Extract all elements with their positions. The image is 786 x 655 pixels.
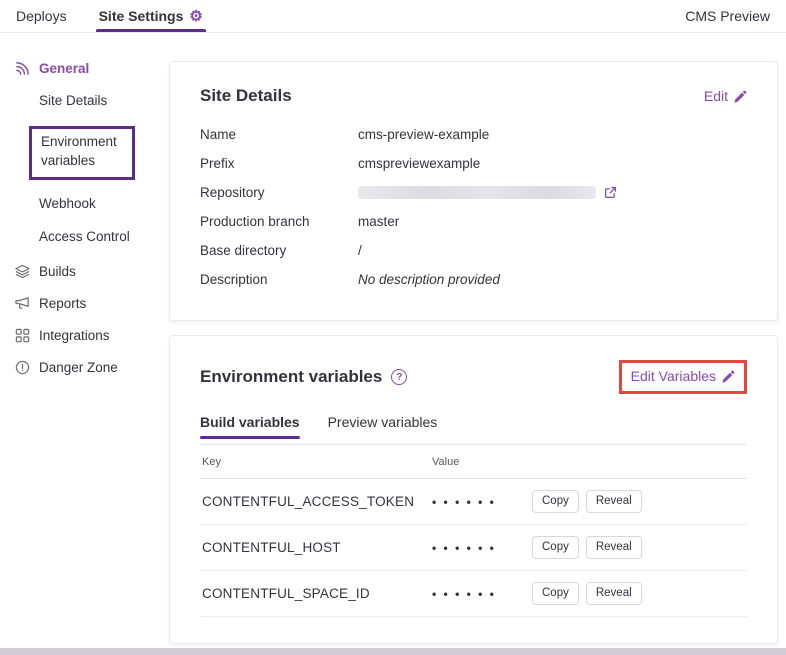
sidebar-item-site-details[interactable]: Site Details: [39, 93, 166, 108]
copy-button[interactable]: Copy: [532, 536, 579, 559]
sidebar-item-integrations[interactable]: Integrations: [15, 328, 166, 343]
field-row-production-branch: Production branch master: [200, 207, 747, 236]
repository-redacted-value: [358, 186, 596, 199]
env-vars-title-text: Environment variables: [200, 367, 382, 387]
window-bottom-edge: [0, 648, 786, 655]
field-label: Repository: [200, 185, 358, 200]
field-label: Name: [200, 127, 358, 142]
edit-variables-label: Edit Variables: [631, 368, 716, 384]
sidebar-item-access-control[interactable]: Access Control: [39, 229, 166, 244]
builds-icon: [15, 264, 30, 279]
edit-site-details-button[interactable]: Edit: [704, 88, 747, 104]
app-window: Deploys Site Settings ⚙ CMS Preview Gene…: [0, 0, 786, 655]
sidebar-item-label: Danger Zone: [39, 360, 118, 375]
field-label: Description: [200, 272, 358, 287]
environment-variables-card: Environment variables ? Edit Variables: [169, 335, 778, 644]
site-details-title-text: Site Details: [200, 86, 292, 106]
sidebar-item-webhook[interactable]: Webhook: [39, 196, 166, 211]
site-details-title: Site Details: [200, 86, 292, 106]
danger-zone-icon: [15, 360, 30, 375]
tab-site-settings[interactable]: Site Settings ⚙: [99, 0, 203, 32]
sidebar-item-builds[interactable]: Builds: [15, 264, 166, 279]
tab-preview-variables[interactable]: Preview variables: [328, 414, 438, 439]
sidebar-item-danger-zone[interactable]: Danger Zone: [15, 360, 166, 375]
field-label: Production branch: [200, 214, 358, 229]
reveal-button[interactable]: Reveal: [586, 582, 642, 605]
field-row-base-directory: Base directory /: [200, 236, 747, 265]
env-var-masked-value: • • • • • •: [432, 541, 532, 555]
env-vars-table: Key Value CONTENTFUL_ACCESS_TOKEN • • • …: [200, 444, 747, 617]
annotation-box-red: Edit Variables: [619, 360, 747, 394]
env-var-key: CONTENTFUL_ACCESS_TOKEN: [202, 494, 432, 509]
field-label: Base directory: [200, 243, 358, 258]
sidebar-item-label: General: [39, 61, 89, 76]
field-value: cms-preview-example: [358, 127, 489, 142]
table-header-row: Key Value: [200, 445, 747, 479]
pencil-icon: [734, 90, 747, 103]
env-var-masked-value: • • • • • •: [432, 587, 532, 601]
column-header-key: Key: [202, 456, 432, 468]
edit-variables-button[interactable]: Edit Variables: [631, 368, 735, 384]
env-var-key: CONTENTFUL_SPACE_ID: [202, 586, 432, 601]
top-nav: Deploys Site Settings ⚙ CMS Preview: [0, 0, 786, 33]
env-var-row: CONTENTFUL_HOST • • • • • • Copy Reveal: [200, 525, 747, 571]
site-details-header: Site Details Edit: [200, 86, 747, 106]
field-row-description: Description No description provided: [200, 265, 747, 294]
general-subnav: Site Details Environment variables Webho…: [39, 93, 166, 244]
env-var-masked-value: • • • • • •: [432, 495, 532, 509]
external-link-icon[interactable]: [604, 186, 617, 199]
env-var-row: CONTENTFUL_SPACE_ID • • • • • • Copy Rev…: [200, 571, 747, 617]
cms-preview-link[interactable]: CMS Preview: [685, 0, 770, 32]
sidebar-item-label: Reports: [39, 296, 86, 311]
field-value: No description provided: [358, 272, 500, 287]
site-details-fields: Name cms-preview-example Prefix cmsprevi…: [200, 120, 747, 294]
copy-button[interactable]: Copy: [532, 490, 579, 513]
settings-sidebar: General Site Details Environment variabl…: [0, 33, 166, 648]
sidebar-item-reports[interactable]: Reports: [15, 296, 166, 311]
env-vars-title: Environment variables ?: [200, 367, 407, 387]
env-var-key: CONTENTFUL_HOST: [202, 540, 432, 555]
reveal-button[interactable]: Reveal: [586, 490, 642, 513]
env-vars-header: Environment variables ? Edit Variables: [200, 360, 747, 394]
annotation-box-purple: Environment variables: [29, 126, 135, 180]
copy-button[interactable]: Copy: [532, 582, 579, 605]
field-value: master: [358, 214, 399, 229]
general-icon: [15, 61, 30, 76]
tab-build-variables[interactable]: Build variables: [200, 414, 300, 439]
site-details-card: Site Details Edit Name cms-preview-examp…: [169, 61, 778, 321]
settings-layout: General Site Details Environment variabl…: [0, 33, 786, 648]
help-icon[interactable]: ?: [391, 369, 407, 385]
sidebar-item-label: Builds: [39, 264, 76, 279]
gear-icon: ⚙: [189, 9, 202, 24]
env-var-tabs: Build variables Preview variables: [200, 414, 747, 439]
settings-content: Site Details Edit Name cms-preview-examp…: [166, 33, 786, 648]
repository-value: [358, 186, 617, 199]
field-row-name: Name cms-preview-example: [200, 120, 747, 149]
field-row-repository: Repository: [200, 178, 747, 207]
pencil-icon: [722, 370, 735, 383]
sidebar-item-general[interactable]: General: [15, 61, 166, 76]
sidebar-item-environment-variables[interactable]: Environment variables: [29, 126, 166, 180]
sidebar-item-label: Integrations: [39, 328, 110, 343]
column-header-value: Value: [432, 456, 532, 468]
env-var-row: CONTENTFUL_ACCESS_TOKEN • • • • • • Copy…: [200, 479, 747, 525]
field-value: /: [358, 243, 362, 258]
field-value: cmspreviewexample: [358, 156, 480, 171]
edit-label: Edit: [704, 88, 728, 104]
field-row-prefix: Prefix cmspreviewexample: [200, 149, 747, 178]
reports-icon: [15, 296, 30, 311]
integrations-icon: [15, 328, 30, 343]
tab-deploys[interactable]: Deploys: [16, 0, 67, 32]
tab-site-settings-label: Site Settings: [99, 8, 184, 24]
field-label: Prefix: [200, 156, 358, 171]
reveal-button[interactable]: Reveal: [586, 536, 642, 559]
